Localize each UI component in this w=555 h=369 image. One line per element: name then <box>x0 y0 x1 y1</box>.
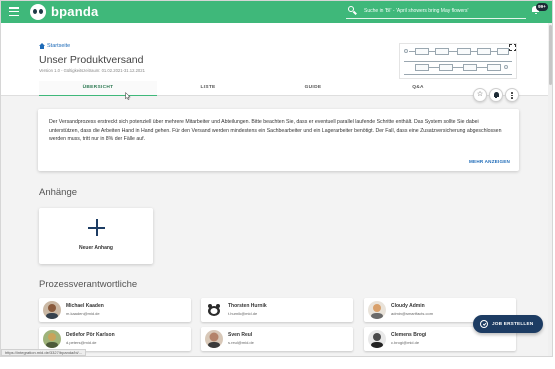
avatar <box>368 301 386 319</box>
search-icon <box>348 6 357 15</box>
page-title: Unser Produktversand <box>39 54 144 66</box>
top-app-bar: bpanda 99+ <box>1 1 552 23</box>
tab-overview[interactable]: ÜBERSICHT <box>39 81 157 96</box>
mouse-cursor-icon <box>125 92 131 100</box>
person-name: Michael Kaaden <box>66 303 104 309</box>
star-icon: ☆ <box>476 91 484 98</box>
subscribe-button[interactable] <box>489 88 503 102</box>
favorite-button[interactable]: ☆ <box>473 88 487 102</box>
person-name: Thorsten Hurnik <box>228 303 267 309</box>
new-attachment-label: Neuer Anhang <box>79 245 113 251</box>
tab-guide[interactable]: GUIDE <box>254 81 372 96</box>
home-icon <box>39 43 45 49</box>
person-name: Cloudy Admin <box>391 303 425 309</box>
brand-name[interactable]: bpanda <box>51 4 98 19</box>
person-card[interactable]: Michael Kaaden m.kaaden@mid.de <box>39 298 191 322</box>
more-vert-icon <box>511 92 513 100</box>
panda-logo-icon[interactable] <box>30 4 46 20</box>
notification-badge[interactable]: 99+ <box>536 3 548 11</box>
avatar <box>43 330 61 348</box>
person-email: m.kaaden@mid.de <box>66 311 100 316</box>
tab-qa[interactable]: Q&A <box>359 81 477 96</box>
check-circle-icon <box>480 320 488 328</box>
person-email: s.reul@mid.de <box>228 340 254 345</box>
create-job-button[interactable]: JOB ERSTELLEN <box>473 315 543 333</box>
person-email: t.hurnik@mid.de <box>228 311 258 316</box>
person-card[interactable]: Detlefor Pör Karlson d.peters@mid.de <box>39 327 191 351</box>
avatar <box>205 301 223 319</box>
person-card[interactable]: Sven Reul s.reul@mid.de <box>201 327 353 351</box>
tab-bar: ÜBERSICHT LISTE GUIDE Q&A <box>39 81 519 96</box>
breadcrumb-home-link[interactable]: Startseite <box>47 43 70 49</box>
create-job-label: JOB ERSTELLEN <box>492 321 534 326</box>
avatar <box>205 330 223 348</box>
attachments-heading: Anhänge <box>39 187 78 198</box>
vertical-scrollbar[interactable] <box>548 23 552 356</box>
person-name: Sven Reul <box>228 332 253 338</box>
process-diagram-thumbnail[interactable] <box>399 43 517 79</box>
tab-list[interactable]: LISTE <box>149 81 267 96</box>
avatar <box>368 330 386 348</box>
process-header: Startseite Unser Produktversand Version … <box>1 23 552 96</box>
plus-icon <box>88 219 105 236</box>
new-attachment-card[interactable]: Neuer Anhang <box>39 208 153 264</box>
search-bar[interactable] <box>346 5 526 19</box>
person-email: c.brogi@mid.de <box>391 340 420 345</box>
process-owners-heading: Prozessverantwortliche <box>39 279 138 290</box>
person-email: d.peters@mid.de <box>66 340 97 345</box>
show-more-link[interactable]: MEHR ANZEIGEN <box>469 159 510 164</box>
more-options-button[interactable] <box>505 88 519 102</box>
hamburger-menu-icon[interactable] <box>9 7 19 17</box>
browser-status-url: https://integration.mid.de/3327/bpanda/b… <box>1 349 86 356</box>
person-card[interactable]: Thorsten Hurnik t.hurnik@mid.de <box>201 298 353 322</box>
person-email: admin@smartfacts.com <box>391 311 434 316</box>
search-input[interactable] <box>364 5 524 17</box>
fullscreen-expand-icon[interactable] <box>509 44 516 51</box>
bell-icon <box>493 92 499 98</box>
version-meta: Version 1.0 - Gültigkeitszeitraum: 01.02… <box>39 68 145 73</box>
person-name: Clemens Brogi <box>391 332 427 338</box>
description-card: Der Versandprozess erstreckt sich potenz… <box>38 109 519 171</box>
person-name: Detlefor Pör Karlson <box>66 332 115 338</box>
description-text: Der Versandprozess erstreckt sich potenz… <box>49 119 502 143</box>
avatar <box>43 301 61 319</box>
app-window: bpanda 99+ Startseite Unser Produktversa… <box>0 0 553 357</box>
